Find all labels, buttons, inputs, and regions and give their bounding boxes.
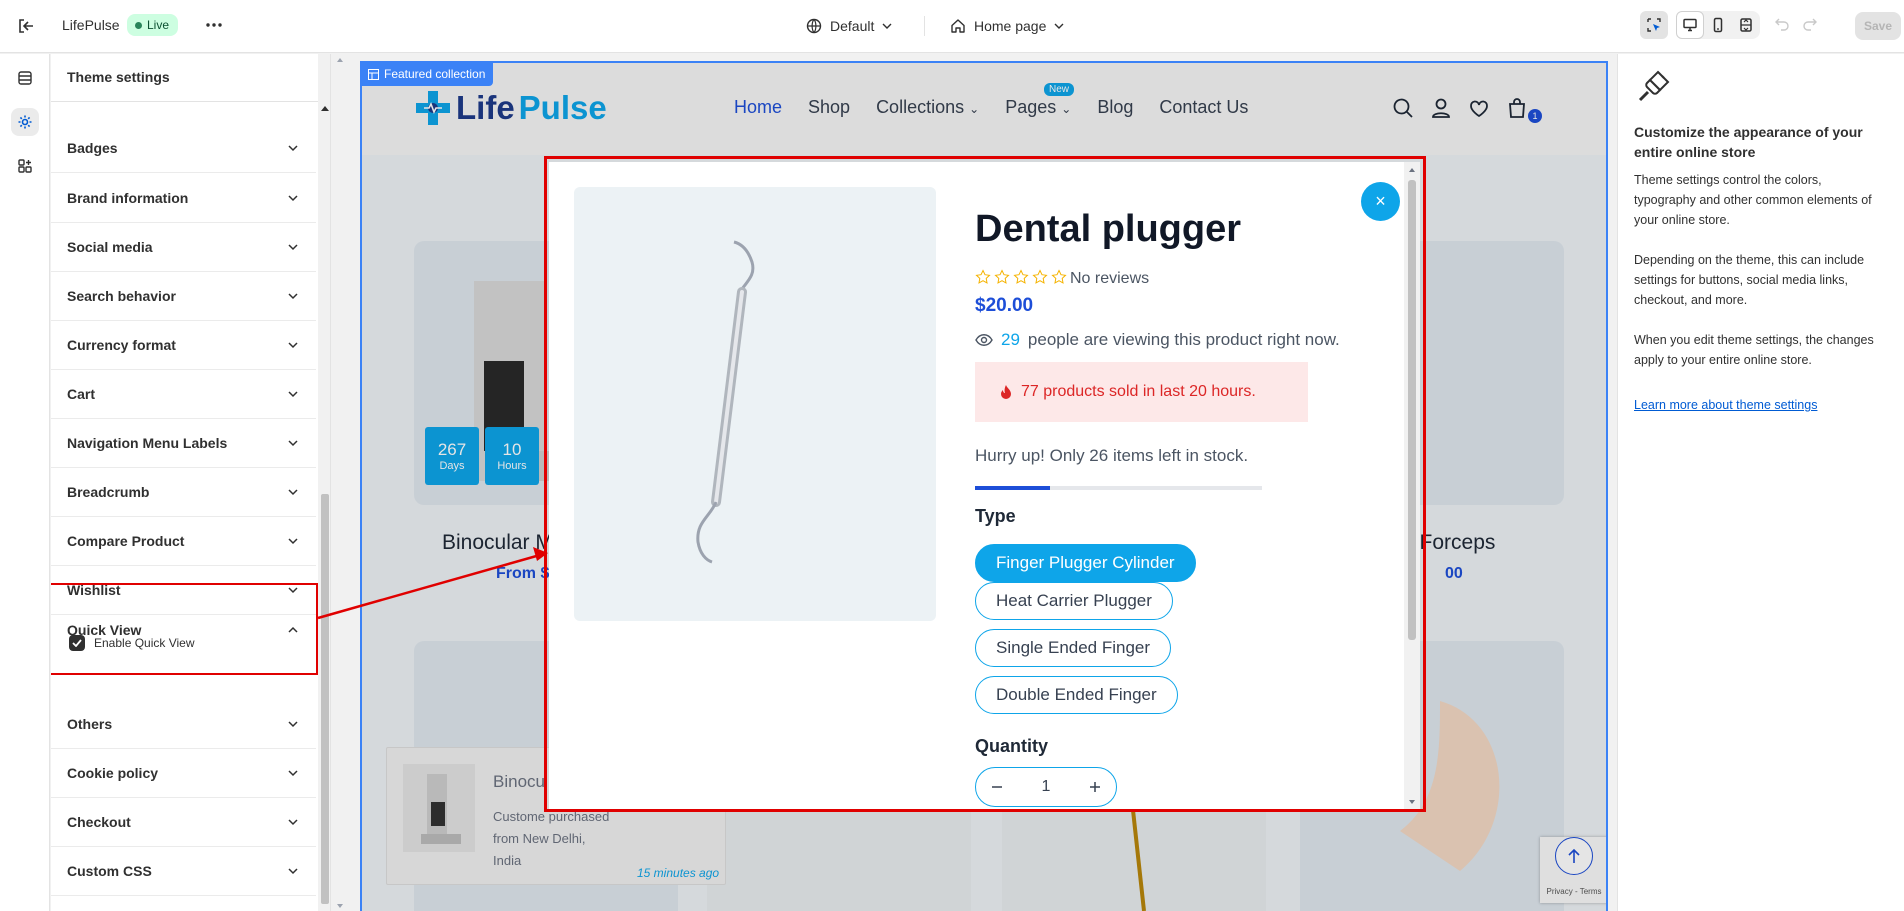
accordion-label: Currency format: [67, 337, 176, 353]
chevron-down-icon: [288, 293, 298, 300]
info-paragraph: Depending on the theme, this can include…: [1634, 253, 1865, 307]
chevron-down-icon: [288, 819, 298, 826]
accordion-search-behavior[interactable]: Search behavior: [51, 272, 316, 321]
quick-view-highlight-box: [544, 156, 1426, 812]
accordion-breadcrumb[interactable]: Breadcrumb: [51, 468, 316, 517]
accordion-label: Others: [67, 716, 113, 732]
enable-quick-view-checkbox[interactable]: Enable Quick View: [69, 635, 195, 651]
accordion-custom-css[interactable]: Custom CSS: [51, 847, 316, 896]
desktop-view-icon[interactable]: [1676, 11, 1704, 39]
accordion-theme-style[interactable]: Theme style: [51, 896, 316, 911]
accordion-label: Social media: [67, 239, 153, 255]
app-embeds-icon[interactable]: [11, 152, 39, 180]
accordion-label: Custom CSS: [67, 863, 152, 879]
accordion-checkout[interactable]: Checkout: [51, 798, 316, 847]
theme-settings-icon[interactable]: [11, 108, 39, 136]
globe-icon: [806, 18, 822, 34]
preview-scrollbar[interactable]: [335, 54, 345, 911]
accordion-others[interactable]: Others: [51, 700, 316, 749]
undo-icon[interactable]: [1774, 15, 1790, 31]
accordion-label: Breadcrumb: [67, 484, 150, 500]
info-panel: Customize the appearance of your entire …: [1617, 54, 1904, 911]
chevron-down-icon: [288, 489, 298, 496]
more-actions-icon[interactable]: [202, 13, 226, 37]
accordion-label: Cart: [67, 386, 96, 402]
chevron-down-icon: [1054, 23, 1064, 29]
accordion-label: Search behavior: [67, 288, 176, 304]
page-selector[interactable]: Home page: [950, 14, 1064, 38]
info-paragraph: Theme settings control the colors, typog…: [1634, 173, 1872, 227]
store-name: LifePulse: [62, 17, 120, 33]
section-grid-icon: [368, 68, 379, 80]
chevron-down-icon: [288, 440, 298, 447]
accordion-badges[interactable]: Badges: [51, 124, 316, 173]
accordion-label: Badges: [67, 140, 118, 156]
chevron-down-icon: [288, 391, 298, 398]
theme-settings-panel: Theme settings Badges Brand information So…: [51, 54, 331, 911]
top-bar: LifePulse Live Default Home page Save: [0, 0, 1904, 53]
accordion-currency-format[interactable]: Currency format: [51, 321, 316, 370]
home-icon: [951, 19, 965, 33]
panel-title: Theme settings: [51, 54, 330, 102]
exit-icon[interactable]: [14, 14, 38, 38]
accordion-label: Checkout: [67, 814, 131, 830]
paintbrush-icon: [1636, 68, 1672, 104]
chevron-down-icon: [288, 244, 298, 251]
chevron-down-icon: [288, 868, 298, 875]
chevron-down-icon: [288, 721, 298, 728]
mobile-view-icon[interactable]: [1704, 11, 1732, 39]
accordion-cookie-policy[interactable]: Cookie policy: [51, 749, 316, 798]
accordion-label: Brand information: [67, 190, 189, 206]
inspector-icon[interactable]: [1640, 11, 1668, 39]
accordion-social-media[interactable]: Social media: [51, 223, 316, 272]
quick-view-highlight: Enable Quick View: [51, 583, 318, 675]
save-button[interactable]: Save: [1855, 12, 1901, 40]
accordion-brand-information[interactable]: Brand information: [51, 174, 316, 223]
panel-scrollbar[interactable]: [318, 54, 330, 911]
info-title: Customize the appearance of your entire …: [1634, 124, 1863, 160]
fullscreen-icon[interactable]: [1732, 11, 1760, 39]
redo-icon[interactable]: [1802, 15, 1818, 31]
accordion-cart[interactable]: Cart: [51, 370, 316, 419]
section-label[interactable]: Featured collection: [360, 62, 494, 86]
accordion-label: Cookie policy: [67, 765, 159, 781]
chevron-down-icon: [882, 23, 892, 29]
learn-more-link[interactable]: Learn more about theme settings: [1634, 398, 1817, 412]
chevron-down-icon: [288, 342, 298, 349]
chevron-down-icon: [288, 770, 298, 777]
chevron-down-icon: [288, 195, 298, 202]
accordion-label: Compare Product: [67, 533, 185, 549]
status-badge: Live: [127, 14, 179, 36]
checkbox-checked-icon[interactable]: [69, 635, 85, 651]
info-paragraph: When you edit theme settings, the change…: [1634, 333, 1874, 367]
accordion-label: Navigation Menu Labels: [67, 435, 228, 451]
accordion-compare-product[interactable]: Compare Product: [51, 517, 316, 566]
theme-selector[interactable]: Default: [806, 14, 892, 38]
sections-icon[interactable]: [11, 64, 39, 92]
accordion-navigation-menu-labels[interactable]: Navigation Menu Labels: [51, 419, 316, 468]
left-rail: [0, 54, 50, 911]
chevron-down-icon: [288, 145, 298, 152]
chevron-down-icon: [288, 538, 298, 545]
